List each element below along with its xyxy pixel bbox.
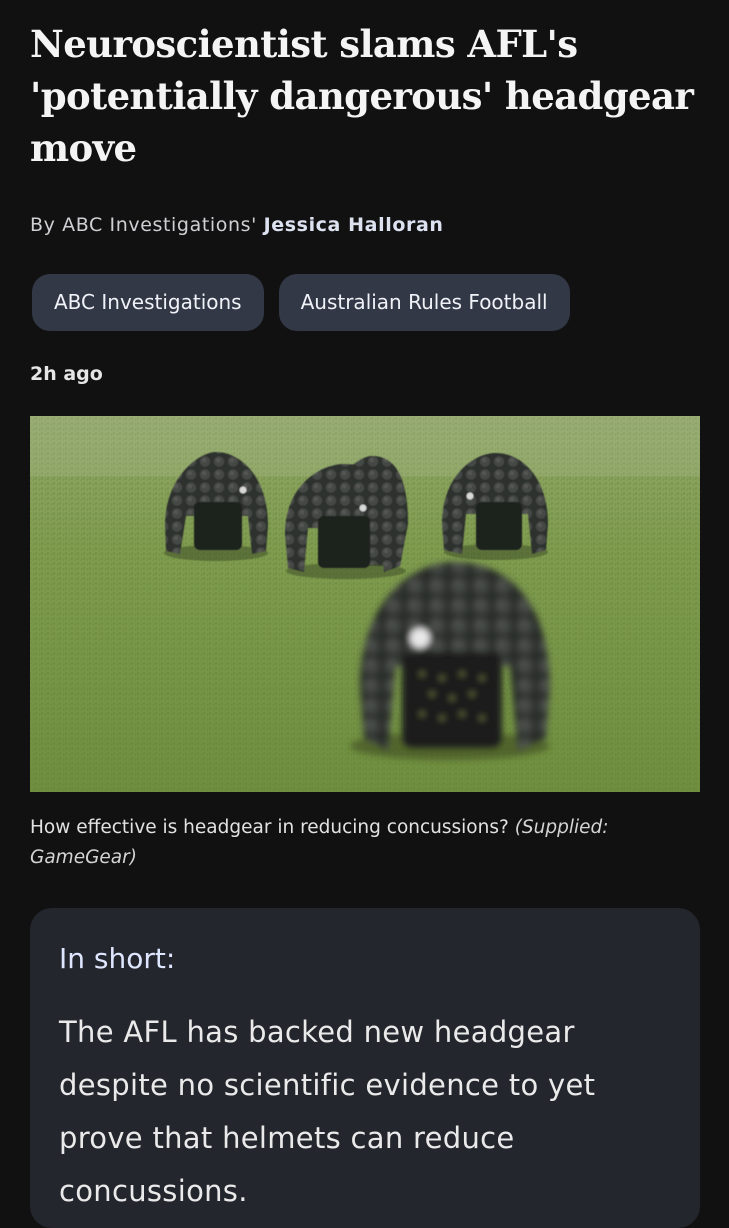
topic-tags: ABC Investigations Australian Rules Foot… [32,274,570,331]
tag-australian-rules-football[interactable]: Australian Rules Football [278,274,570,331]
byline: By ABC Investigations' Jessica Halloran [30,214,444,236]
article: Neuroscientist slams AFL's 'potentially … [0,0,729,1228]
image-caption: How effective is headgear in reducing co… [30,813,700,873]
byline-prefix: By ABC Investigations' [30,214,264,236]
hero-image[interactable] [30,416,700,792]
in-short-box: In short: The AFL has backed new headgea… [30,908,700,1228]
helmets-on-grass-photo [30,416,700,792]
headline: Neuroscientist slams AFL's 'potentially … [30,22,694,170]
caption-text: How effective is headgear in reducing co… [30,817,509,838]
published-time: 2h ago [30,363,103,385]
author-name[interactable]: Jessica Halloran [264,214,444,236]
tag-abc-investigations[interactable]: ABC Investigations [32,274,264,331]
in-short-text: The AFL has backed new headgear despite … [59,1015,596,1208]
in-short-heading: In short: [59,942,176,975]
